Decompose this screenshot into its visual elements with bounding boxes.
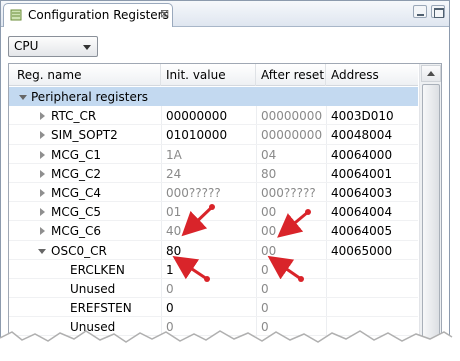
after-reset-value: 0 bbox=[261, 262, 269, 277]
address-value: 40048004 bbox=[331, 128, 393, 143]
init-value[interactable]: 1 bbox=[166, 263, 174, 277]
cpu-select[interactable]: CPU bbox=[8, 36, 98, 57]
after-reset-value: 00 bbox=[261, 224, 277, 239]
view-tab[interactable]: Configuration Registers ⊠ bbox=[3, 3, 173, 27]
after-reset-value: 000????? bbox=[261, 185, 316, 200]
expand-triangle-icon[interactable] bbox=[40, 227, 45, 236]
column-header-after-reset[interactable]: After reset bbox=[256, 64, 326, 86]
expand-triangle-icon[interactable] bbox=[40, 169, 45, 178]
torn-edge bbox=[0, 328, 460, 361]
table-row[interactable]: MCG_C5 01 00 40064004 bbox=[9, 202, 418, 222]
register-name: MCG_C6 bbox=[51, 224, 102, 239]
after-reset-value: 0 bbox=[261, 301, 269, 316]
table-row[interactable]: RTC_CR 00000000 00000000 4003D010 bbox=[9, 106, 418, 126]
registers-icon bbox=[10, 9, 22, 21]
init-value[interactable]: 0 bbox=[166, 301, 174, 315]
table-body: Peripheral registers RTC_CR 00000000 00000… bbox=[9, 87, 418, 345]
column-header-init-value[interactable]: Init. value bbox=[161, 64, 256, 86]
expand-triangle-icon[interactable] bbox=[19, 95, 27, 100]
after-reset-value: 00 bbox=[261, 205, 277, 220]
expand-triangle-icon[interactable] bbox=[40, 131, 45, 140]
address-value: 40064003 bbox=[331, 185, 393, 200]
register-name: ERCLKEN bbox=[70, 262, 125, 277]
register-name: Unused bbox=[70, 281, 116, 296]
init-value[interactable]: 01010000 bbox=[166, 128, 227, 142]
registers-table: Reg. name Init. value After reset Addres… bbox=[8, 63, 442, 345]
column-header-address[interactable]: Address bbox=[326, 64, 418, 86]
expand-triangle-icon[interactable] bbox=[40, 150, 45, 159]
init-value[interactable]: 000????? bbox=[166, 186, 221, 200]
after-reset-value: 00000000 bbox=[261, 109, 323, 124]
init-value[interactable]: 00000000 bbox=[166, 109, 227, 123]
expand-triangle-icon[interactable] bbox=[40, 112, 45, 121]
init-value[interactable]: 40 bbox=[166, 224, 181, 238]
register-name: MCG_C5 bbox=[51, 205, 102, 220]
init-value[interactable]: 24 bbox=[166, 167, 181, 181]
table-row[interactable]: MCG_C2 24 80 40064001 bbox=[9, 164, 418, 183]
table-row[interactable]: OSC0_CR 80 00 40065000 bbox=[9, 241, 418, 260]
after-reset-value: 80 bbox=[261, 166, 277, 181]
scroll-up-button[interactable] bbox=[421, 65, 441, 82]
register-name: MCG_C2 bbox=[51, 166, 102, 181]
register-name: EREFSTEN bbox=[70, 301, 132, 316]
minimize-icon[interactable] bbox=[413, 5, 427, 18]
address-value: 40064000 bbox=[331, 147, 393, 162]
register-name: RTC_CR bbox=[51, 109, 97, 124]
table-row[interactable]: Unused 0 0 bbox=[9, 279, 418, 299]
collapse-triangle-icon[interactable] bbox=[38, 248, 46, 254]
init-value[interactable]: 01 bbox=[166, 205, 181, 219]
scrollbar-thumb[interactable] bbox=[422, 84, 440, 342]
table-row[interactable]: MCG_C6 40 00 40064005 bbox=[9, 221, 418, 241]
after-reset-value: 00000000 bbox=[261, 128, 323, 143]
after-reset-value: 0 bbox=[261, 281, 269, 296]
table-row[interactable]: EREFSTEN 0 0 bbox=[9, 298, 418, 318]
register-name: OSC0_CR bbox=[51, 243, 107, 258]
view-titlebar: Configuration Registers ⊠ bbox=[1, 1, 449, 27]
configuration-registers-view: Configuration Registers ⊠ CPU Reg. name … bbox=[0, 0, 450, 346]
group-row-peripheral-registers[interactable]: Peripheral registers bbox=[9, 87, 418, 107]
column-header-reg-name[interactable]: Reg. name bbox=[9, 64, 161, 86]
address-value: 4003D010 bbox=[331, 109, 394, 124]
view-title: Configuration Registers bbox=[28, 8, 169, 22]
expand-triangle-icon[interactable] bbox=[40, 208, 45, 217]
address-value: 40065000 bbox=[331, 243, 393, 258]
address-value: 40064004 bbox=[331, 205, 393, 220]
table-row[interactable]: SIM_SOPT2 01010000 00000000 40048004 bbox=[9, 125, 418, 145]
after-reset-value: 00 bbox=[261, 243, 277, 258]
address-value: 40064001 bbox=[331, 166, 393, 181]
register-name: MCG_C4 bbox=[51, 185, 102, 200]
after-reset-value: 04 bbox=[261, 147, 277, 162]
address-value: 40064005 bbox=[331, 224, 393, 239]
close-icon[interactable]: ⊠ bbox=[160, 7, 169, 20]
register-name: SIM_SOPT2 bbox=[51, 128, 118, 143]
init-value[interactable]: 80 bbox=[166, 244, 181, 258]
table-row[interactable]: ERCLKEN 1 0 bbox=[9, 260, 418, 279]
cpu-select-value: CPU bbox=[14, 39, 39, 53]
register-name: MCG_C1 bbox=[51, 147, 102, 162]
table-row[interactable]: MCG_C4 000????? 000????? 40064003 bbox=[9, 183, 418, 203]
expand-triangle-icon[interactable] bbox=[40, 188, 45, 197]
group-label: Peripheral registers bbox=[31, 90, 149, 104]
table-header: Reg. name Init. value After reset Addres… bbox=[9, 64, 418, 86]
init-value[interactable]: 0 bbox=[166, 282, 174, 296]
init-value[interactable]: 1A bbox=[166, 148, 182, 162]
chevron-down-icon bbox=[83, 45, 91, 50]
vertical-scrollbar[interactable] bbox=[419, 64, 441, 345]
table-row[interactable]: MCG_C1 1A 04 40064000 bbox=[9, 145, 418, 164]
maximize-icon[interactable] bbox=[431, 5, 445, 18]
